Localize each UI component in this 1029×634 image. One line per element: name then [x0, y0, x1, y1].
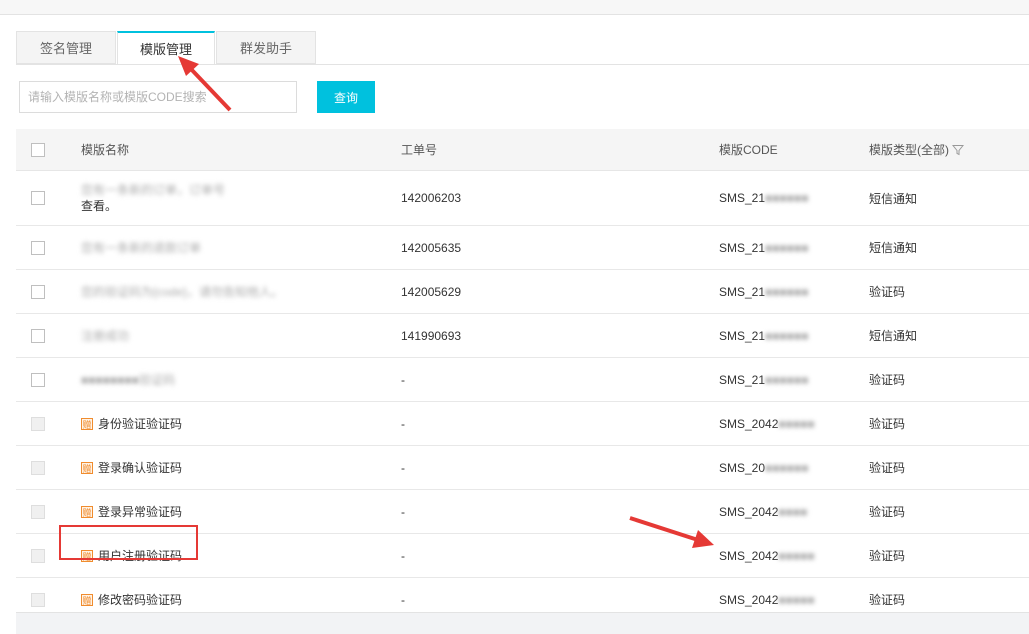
annotation-arrows [178, 56, 714, 548]
arrow-to-template-tab [178, 56, 232, 112]
arrow-to-code [629, 516, 714, 548]
